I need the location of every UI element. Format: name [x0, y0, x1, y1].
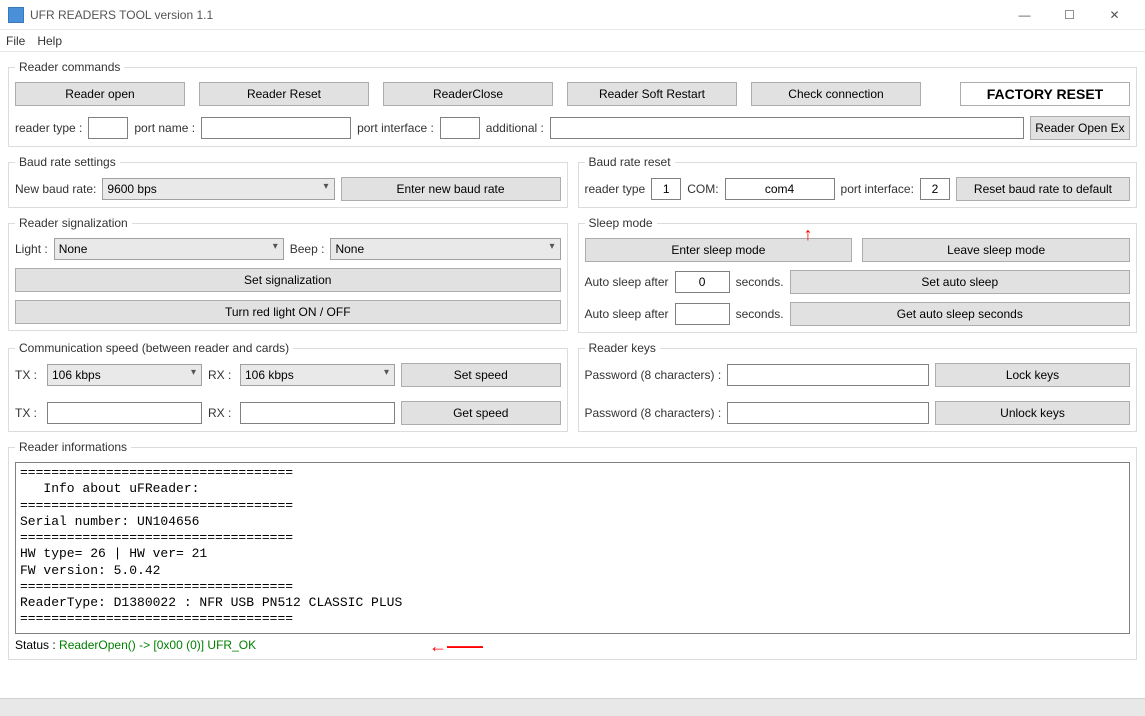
- baud-settings-group: Baud rate settings New baud rate: 9600 b…: [8, 155, 568, 208]
- seconds-label-2: seconds.: [736, 307, 784, 321]
- reader-keys-group: Reader keys Password (8 characters) : Lo…: [578, 341, 1138, 432]
- baud-rate-select[interactable]: 9600 bps: [102, 178, 334, 200]
- reader-commands-group: Reader commands Reader open Reader Reset…: [8, 60, 1137, 147]
- baud-reset-pi-input[interactable]: [920, 178, 950, 200]
- signalization-group: Reader signalization Light : None Beep :…: [8, 216, 568, 331]
- auto-sleep-input-2[interactable]: [675, 303, 730, 325]
- rx2-input[interactable]: [240, 402, 395, 424]
- baud-reset-group: Baud rate reset reader type COM: port in…: [578, 155, 1138, 208]
- rx-label: RX :: [208, 368, 234, 382]
- reader-info-textarea[interactable]: =================================== Info…: [15, 462, 1130, 634]
- beep-label: Beep :: [290, 242, 325, 256]
- password-input-2[interactable]: [727, 402, 929, 424]
- additional-input[interactable]: [550, 117, 1024, 139]
- reader-commands-legend: Reader commands: [15, 60, 124, 74]
- factory-reset-button[interactable]: FACTORY RESET: [960, 82, 1130, 106]
- status-bar: [0, 698, 1145, 716]
- rx-select[interactable]: 106 kbps: [240, 364, 395, 386]
- menu-help[interactable]: Help: [37, 34, 62, 48]
- set-speed-button[interactable]: Set speed: [401, 363, 561, 387]
- baud-reset-legend: Baud rate reset: [585, 155, 675, 169]
- reader-type-input[interactable]: [88, 117, 128, 139]
- tx-select[interactable]: 106 kbps: [47, 364, 202, 386]
- port-interface-input[interactable]: [440, 117, 480, 139]
- port-interface-label: port interface :: [357, 121, 434, 135]
- close-button[interactable]: ✕: [1092, 1, 1137, 29]
- check-connection-button[interactable]: Check connection: [751, 82, 921, 106]
- reader-open-ex-button[interactable]: Reader Open Ex: [1030, 116, 1130, 140]
- reset-baud-button[interactable]: Reset baud rate to default: [956, 177, 1130, 201]
- comm-speed-group: Communication speed (between reader and …: [8, 341, 568, 432]
- password-label-1: Password (8 characters) :: [585, 368, 722, 382]
- signalization-legend: Reader signalization: [15, 216, 132, 230]
- reader-close-button[interactable]: ReaderClose: [383, 82, 553, 106]
- auto-sleep-label-1: Auto sleep after: [585, 275, 669, 289]
- enter-sleep-button[interactable]: Enter sleep mode: [585, 238, 853, 262]
- rx2-label: RX :: [208, 406, 234, 420]
- maximize-button[interactable]: ☐: [1047, 1, 1092, 29]
- status-value: ReaderOpen() -> [0x00 (0)] UFR_OK: [59, 638, 256, 652]
- new-baud-label: New baud rate:: [15, 182, 96, 196]
- baud-reset-pi-label: port interface:: [841, 182, 914, 196]
- title-bar: UFR READERS TOOL version 1.1 — ☐ ✕: [0, 0, 1145, 30]
- additional-label: additional :: [486, 121, 544, 135]
- set-auto-sleep-button[interactable]: Set auto sleep: [790, 270, 1130, 294]
- sleep-mode-group: Sleep mode Enter sleep mode Leave sleep …: [578, 216, 1138, 333]
- auto-sleep-label-2: Auto sleep after: [585, 307, 669, 321]
- reader-reset-button[interactable]: Reader Reset: [199, 82, 369, 106]
- get-speed-button[interactable]: Get speed: [401, 401, 561, 425]
- set-signalization-button[interactable]: Set signalization: [15, 268, 561, 292]
- baud-reset-com-label: COM:: [687, 182, 718, 196]
- reader-type-label: reader type :: [15, 121, 82, 135]
- comm-speed-legend: Communication speed (between reader and …: [15, 341, 293, 355]
- tx-label: TX :: [15, 368, 41, 382]
- red-light-button[interactable]: Turn red light ON / OFF: [15, 300, 561, 324]
- unlock-keys-button[interactable]: Unlock keys: [935, 401, 1130, 425]
- tx2-label: TX :: [15, 406, 41, 420]
- enter-baud-button[interactable]: Enter new baud rate: [341, 177, 561, 201]
- baud-reset-com-input[interactable]: [725, 178, 835, 200]
- baud-reset-rt-input[interactable]: [651, 178, 681, 200]
- app-icon: [8, 7, 24, 23]
- menu-file[interactable]: File: [6, 34, 25, 48]
- password-label-2: Password (8 characters) :: [585, 406, 722, 420]
- minimize-button[interactable]: —: [1002, 1, 1047, 29]
- light-select[interactable]: None: [54, 238, 284, 260]
- window-title: UFR READERS TOOL version 1.1: [30, 8, 1002, 22]
- reader-soft-restart-button[interactable]: Reader Soft Restart: [567, 82, 737, 106]
- auto-sleep-input-1[interactable]: [675, 271, 730, 293]
- baud-reset-rt-label: reader type: [585, 182, 646, 196]
- password-input-1[interactable]: [727, 364, 929, 386]
- status-label: Status :: [15, 638, 59, 652]
- reader-infos-group: Reader informations ====================…: [8, 440, 1137, 660]
- light-label: Light :: [15, 242, 48, 256]
- tx2-input[interactable]: [47, 402, 202, 424]
- status-line: Status : ReaderOpen() -> [0x00 (0)] UFR_…: [15, 638, 1130, 653]
- leave-sleep-button[interactable]: Leave sleep mode: [862, 238, 1130, 262]
- reader-keys-legend: Reader keys: [585, 341, 660, 355]
- seconds-label-1: seconds.: [736, 275, 784, 289]
- sleep-mode-legend: Sleep mode: [585, 216, 657, 230]
- port-name-input[interactable]: [201, 117, 351, 139]
- beep-select[interactable]: None: [330, 238, 560, 260]
- reader-infos-legend: Reader informations: [15, 440, 131, 454]
- lock-keys-button[interactable]: Lock keys: [935, 363, 1130, 387]
- baud-settings-legend: Baud rate settings: [15, 155, 120, 169]
- menu-bar: File Help: [0, 30, 1145, 52]
- get-auto-sleep-button[interactable]: Get auto sleep seconds: [790, 302, 1130, 326]
- reader-open-button[interactable]: Reader open: [15, 82, 185, 106]
- port-name-label: port name :: [134, 121, 195, 135]
